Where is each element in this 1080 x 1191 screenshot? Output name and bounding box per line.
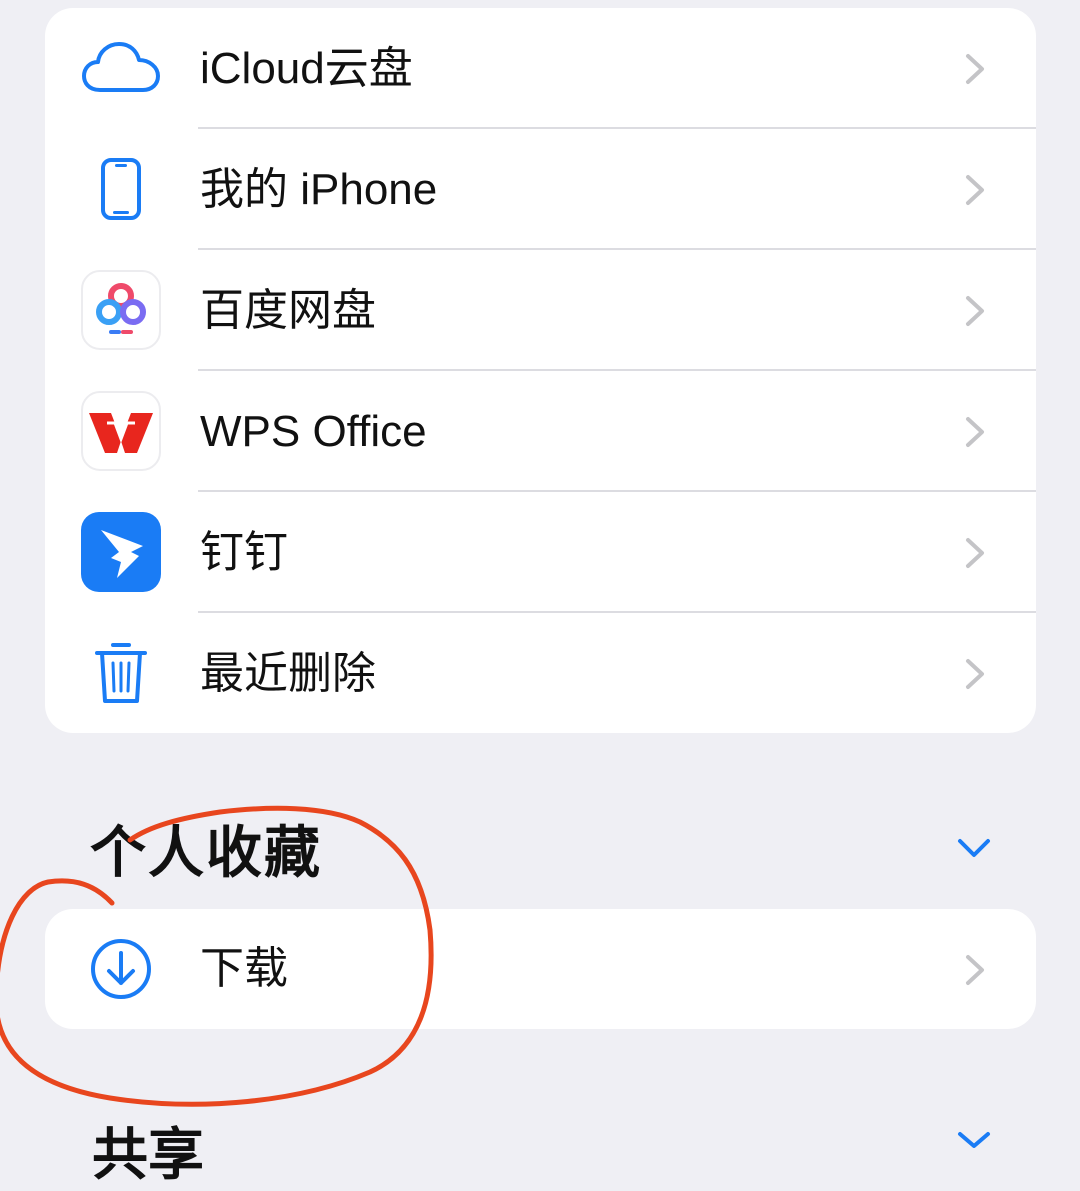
chevron-right-icon xyxy=(966,955,984,985)
favorites-list: 下载 xyxy=(45,909,1036,1029)
favorite-label: 下载 xyxy=(200,944,288,993)
location-icloud-drive[interactable]: iCloud云盘 xyxy=(45,8,1036,129)
wps-office-icon xyxy=(81,391,161,471)
chevron-right-icon xyxy=(966,54,984,84)
favorite-downloads[interactable]: 下载 xyxy=(45,909,1036,1029)
location-label: 钉钉 xyxy=(200,528,288,577)
dingtalk-icon xyxy=(81,512,161,592)
chevron-right-icon xyxy=(966,538,984,568)
location-label: iCloud云盘 xyxy=(200,44,413,93)
favorites-section-title: 个人收藏 xyxy=(90,821,322,884)
chevron-right-icon xyxy=(966,175,984,205)
icloud-icon xyxy=(81,28,161,108)
chevron-right-icon xyxy=(966,296,984,326)
location-recently-deleted[interactable]: 最近删除 xyxy=(45,613,1036,733)
location-label: 我的 iPhone xyxy=(200,165,438,214)
chevron-right-icon xyxy=(966,659,984,689)
location-label: WPS Office xyxy=(200,407,427,456)
chevron-down-icon[interactable] xyxy=(956,1128,992,1148)
trash-icon xyxy=(81,633,161,713)
download-circle-icon xyxy=(81,929,161,1009)
chevron-right-icon xyxy=(966,417,984,447)
location-label: 最近删除 xyxy=(200,649,376,698)
location-wps-office[interactable]: WPS Office xyxy=(45,371,1036,492)
location-baidu-netdisk[interactable]: 百度网盘 xyxy=(45,250,1036,371)
location-my-iphone[interactable]: 我的 iPhone xyxy=(45,129,1036,250)
iphone-icon xyxy=(81,149,161,229)
shared-section-title: 共享 xyxy=(92,1123,204,1186)
chevron-down-icon[interactable] xyxy=(956,835,992,861)
locations-list: iCloud云盘 我的 iPhone 百度网盘 WPS Office 钉钉 最近… xyxy=(45,8,1036,733)
location-label: 百度网盘 xyxy=(200,286,376,335)
baidu-netdisk-icon xyxy=(81,270,161,350)
location-dingtalk[interactable]: 钉钉 xyxy=(45,492,1036,613)
